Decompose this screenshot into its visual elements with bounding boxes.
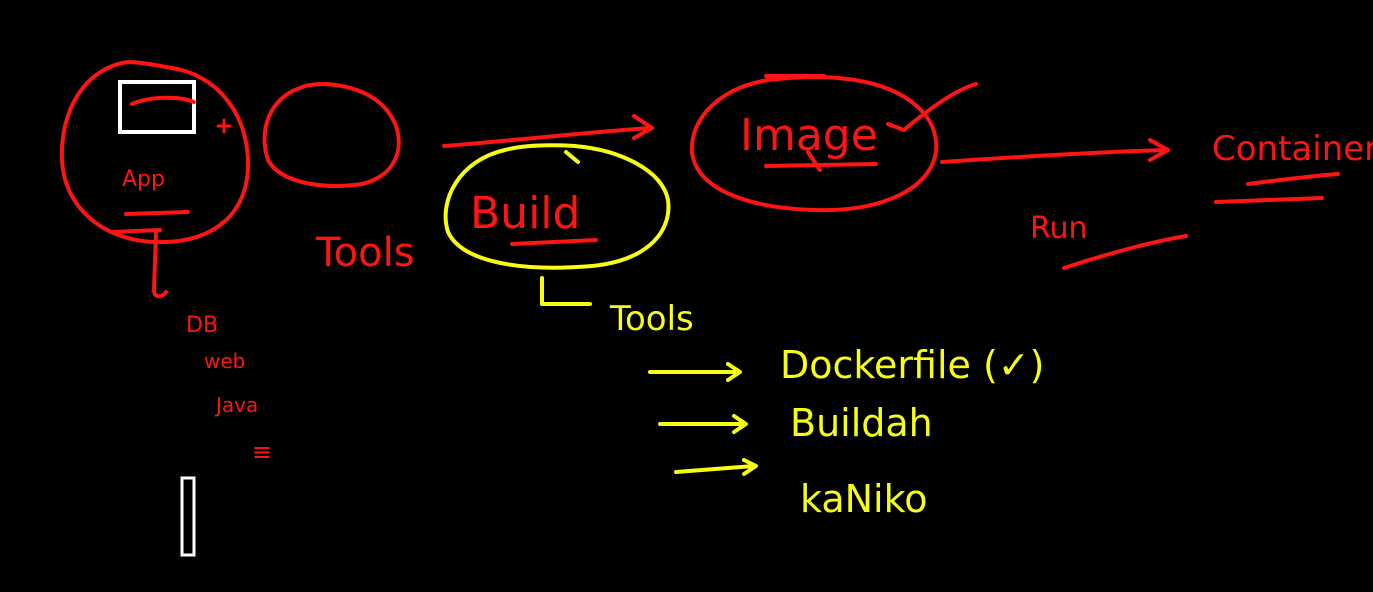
app-component-java: Java (214, 393, 258, 417)
arrow-buildah (658, 414, 748, 434)
build-label: Build (470, 188, 580, 239)
container-label: Container (1212, 129, 1373, 169)
build-underline (510, 238, 598, 246)
app-circle (59, 60, 251, 245)
build-tick (564, 150, 580, 164)
arrow-image-to-container (940, 138, 1170, 164)
tool-buildah: Buildah (790, 401, 933, 445)
app-window-box (118, 80, 196, 134)
tools-circle (262, 82, 401, 188)
whiteboard-canvas: App DB web Java ≡ Tools Build Image Cont… (0, 0, 1373, 587)
container-underline (1214, 172, 1340, 204)
arrow-kaniko (674, 458, 758, 476)
app-underline (124, 210, 190, 216)
build-tools-connector (540, 276, 592, 306)
text-cursor-bar (180, 476, 196, 557)
app-component-list: DB web Java ≡ (186, 313, 272, 466)
build-tools-label: Tools (609, 299, 694, 339)
app-component-more: ≡ (252, 438, 272, 466)
plus-mark (216, 118, 232, 134)
tool-dockerfile: Dockerfile (✓) (780, 343, 1045, 387)
app-label: App (122, 167, 165, 192)
app-component-web: web (204, 349, 245, 373)
tool-kaniko: kaNiko (800, 477, 928, 521)
app-component-db: DB (186, 313, 218, 338)
arrow-dockerfile (648, 362, 742, 382)
run-label: Run (1030, 211, 1088, 246)
build-tool-list: Dockerfile (✓) Buildah kaNiko (648, 343, 1045, 521)
app-window-stroke (130, 95, 196, 106)
arrow-tools-to-image (442, 114, 654, 148)
whiteboard-svg: App DB web Java ≡ Tools Build Image Cont… (59, 60, 1373, 557)
tools-label: Tools (315, 230, 415, 276)
